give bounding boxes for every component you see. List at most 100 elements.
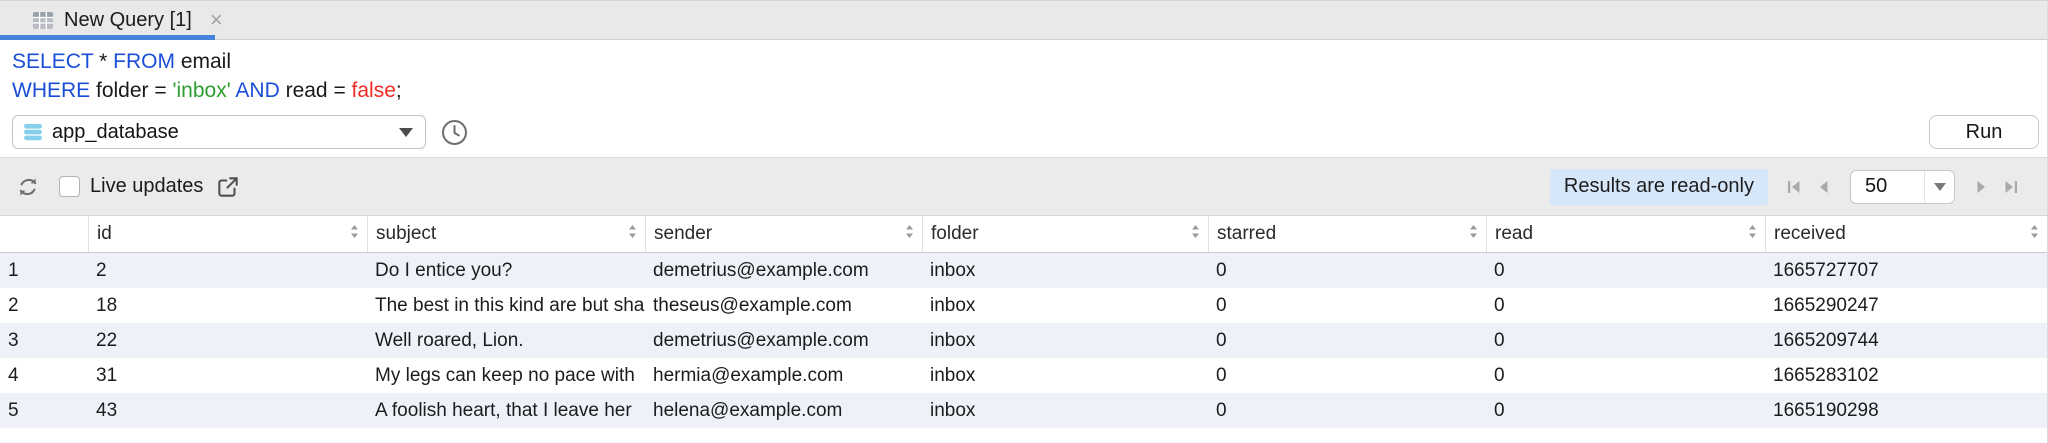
sql-text: ; <box>396 79 402 102</box>
chevron-down-icon <box>399 128 413 137</box>
cell-read[interactable]: 0 <box>1486 253 1765 288</box>
page-size-value: 50 <box>1851 175 1924 198</box>
cell-folder[interactable]: inbox <box>922 393 1208 428</box>
refresh-icon[interactable] <box>16 175 40 199</box>
table-grid-icon <box>32 11 54 30</box>
cell-read[interactable]: 0 <box>1486 393 1765 428</box>
sort-icon[interactable] <box>349 223 360 246</box>
sql-line-2: WHERE folder = 'inbox' AND read = false; <box>12 76 2035 105</box>
sort-icon[interactable] <box>904 223 915 246</box>
cell-subject[interactable]: The best in this kind are but sha <box>367 288 645 323</box>
open-in-new-window-icon[interactable] <box>215 174 241 200</box>
cell-read[interactable]: 0 <box>1486 358 1765 393</box>
run-button[interactable]: Run <box>1929 115 2039 149</box>
cell-starred[interactable]: 0 <box>1208 253 1486 288</box>
cell-folder[interactable]: inbox <box>922 288 1208 323</box>
sort-icon[interactable] <box>627 223 638 246</box>
cell-id[interactable]: 43 <box>88 393 367 428</box>
cell-subject[interactable]: Well roared, Lion. <box>367 323 645 358</box>
cell-received[interactable]: 1665209744 <box>1765 323 2047 358</box>
database-name: app_database <box>52 121 392 144</box>
cell-sender[interactable]: theseus@example.com <box>645 288 922 323</box>
sql-editor[interactable]: SELECT * FROM emailWHERE folder = 'inbox… <box>0 40 2047 158</box>
cell-read[interactable]: 0 <box>1486 323 1765 358</box>
database-select[interactable]: app_database <box>12 115 426 149</box>
row-number: 4 <box>0 358 88 393</box>
cell-id[interactable]: 2 <box>88 253 367 288</box>
query-history-button[interactable] <box>440 118 469 147</box>
cell-id[interactable]: 18 <box>88 288 367 323</box>
header-starred[interactable]: starred <box>1208 216 1486 252</box>
sort-icon[interactable] <box>1468 223 1479 246</box>
query-tool-window: New Query [1] × SELECT * FROM emailWHERE… <box>0 0 2048 443</box>
sql-text: email <box>175 50 231 73</box>
table-row[interactable]: 5 43 A foolish heart, that I leave her h… <box>0 393 2047 428</box>
connection-row: app_database Run <box>12 115 2039 149</box>
sql-string: 'inbox' <box>172 79 230 102</box>
cell-id[interactable]: 31 <box>88 358 367 393</box>
cell-received[interactable]: 1665727707 <box>1765 253 2047 288</box>
last-page-button[interactable] <box>2001 177 2021 197</box>
page-size-select[interactable]: 50 <box>1850 170 1955 204</box>
cell-sender[interactable]: demetrius@example.com <box>645 323 922 358</box>
results-toolbar: Live updates Results are read-only 50 <box>0 158 2047 216</box>
sort-icon[interactable] <box>2029 223 2040 246</box>
tab-close-icon[interactable]: × <box>210 9 223 31</box>
row-number: 1 <box>0 253 88 288</box>
sql-literal: false <box>352 79 396 102</box>
sql-text: * <box>93 50 113 73</box>
next-page-button[interactable] <box>1971 177 1991 197</box>
cell-read[interactable]: 0 <box>1486 288 1765 323</box>
chevron-down-icon <box>1924 171 1954 203</box>
tab-title: New Query [1] <box>64 9 192 32</box>
table-row[interactable]: 4 31 My legs can keep no pace with hermi… <box>0 358 2047 393</box>
header-sender[interactable]: sender <box>645 216 922 252</box>
tab-bar: New Query [1] × <box>0 0 2047 40</box>
cell-subject[interactable]: Do I entice you? <box>367 253 645 288</box>
sql-keyword: WHERE <box>12 79 90 102</box>
header-id[interactable]: id <box>88 216 367 252</box>
header-received[interactable]: received <box>1765 216 2047 252</box>
header-subject[interactable]: subject <box>367 216 645 252</box>
first-page-button[interactable] <box>1784 177 1804 197</box>
sql-keyword: AND <box>231 79 286 102</box>
header-folder[interactable]: folder <box>922 216 1208 252</box>
readonly-badge: Results are read-only <box>1550 169 1768 205</box>
cell-received[interactable]: 1665290247 <box>1765 288 2047 323</box>
header-read[interactable]: read <box>1486 216 1765 252</box>
database-icon <box>21 120 45 144</box>
grid-header-row: id subject sender folder starred read re… <box>0 216 2047 253</box>
live-updates-label: Live updates <box>90 175 203 198</box>
active-tab-underline <box>0 35 215 40</box>
sql-keyword: FROM <box>113 50 175 73</box>
sql-text: folder = <box>90 79 172 102</box>
cell-received[interactable]: 1665190298 <box>1765 393 2047 428</box>
cell-sender[interactable]: demetrius@example.com <box>645 253 922 288</box>
row-number: 2 <box>0 288 88 323</box>
row-number: 5 <box>0 393 88 428</box>
results-grid: id subject sender folder starred read re… <box>0 216 2047 428</box>
previous-page-button[interactable] <box>1814 177 1834 197</box>
table-row[interactable]: 1 2 Do I entice you? demetrius@example.c… <box>0 253 2047 288</box>
live-updates-checkbox[interactable] <box>59 176 80 197</box>
cell-starred[interactable]: 0 <box>1208 288 1486 323</box>
cell-received[interactable]: 1665283102 <box>1765 358 2047 393</box>
sort-icon[interactable] <box>1747 223 1758 246</box>
pagination: 50 <box>1784 170 2021 204</box>
cell-sender[interactable]: helena@example.com <box>645 393 922 428</box>
sort-icon[interactable] <box>1190 223 1201 246</box>
sql-code[interactable]: SELECT * FROM emailWHERE folder = 'inbox… <box>0 40 2047 109</box>
cell-sender[interactable]: hermia@example.com <box>645 358 922 393</box>
table-row[interactable]: 2 18 The best in this kind are but sha t… <box>0 288 2047 323</box>
cell-folder[interactable]: inbox <box>922 253 1208 288</box>
cell-subject[interactable]: A foolish heart, that I leave her <box>367 393 645 428</box>
cell-starred[interactable]: 0 <box>1208 358 1486 393</box>
table-row[interactable]: 3 22 Well roared, Lion. demetrius@exampl… <box>0 323 2047 358</box>
cell-id[interactable]: 22 <box>88 323 367 358</box>
cell-subject[interactable]: My legs can keep no pace with <box>367 358 645 393</box>
cell-starred[interactable]: 0 <box>1208 393 1486 428</box>
cell-starred[interactable]: 0 <box>1208 323 1486 358</box>
cell-folder[interactable]: inbox <box>922 358 1208 393</box>
tab-new-query[interactable]: New Query [1] × <box>0 1 215 39</box>
cell-folder[interactable]: inbox <box>922 323 1208 358</box>
